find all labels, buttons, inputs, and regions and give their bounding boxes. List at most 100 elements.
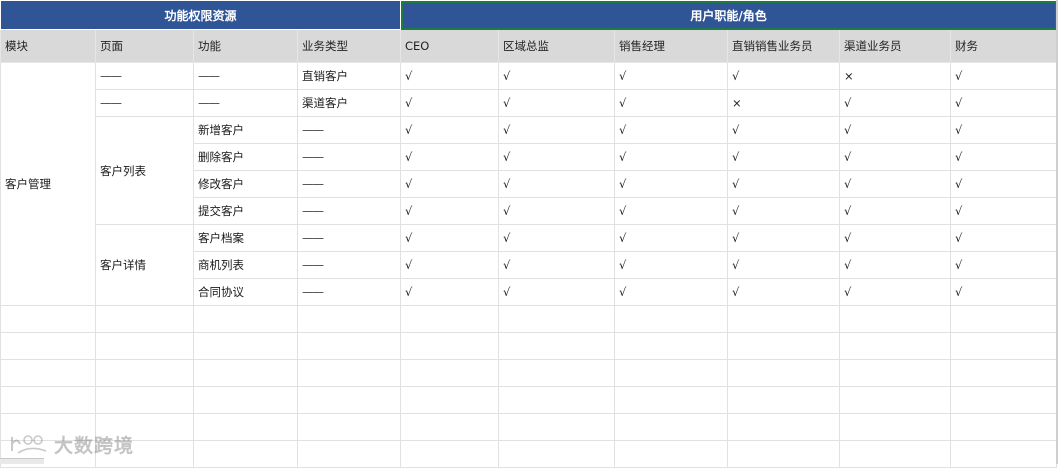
empty-cell[interactable] bbox=[95, 359, 194, 387]
perm-direct-sales-rep-cell[interactable]: √ bbox=[727, 251, 841, 279]
perm-direct-sales-rep-cell[interactable]: √ bbox=[727, 197, 841, 225]
empty-cell[interactable] bbox=[400, 386, 500, 414]
perm-regional-director-cell[interactable]: √ bbox=[498, 278, 616, 306]
perm-sales-manager-cell[interactable]: √ bbox=[614, 170, 729, 198]
empty-cell[interactable] bbox=[727, 359, 841, 387]
perm-regional-director-cell[interactable]: √ bbox=[498, 224, 616, 252]
perm-ceo-cell[interactable]: √ bbox=[400, 224, 500, 252]
empty-cell[interactable] bbox=[0, 305, 96, 333]
business-type-cell[interactable]: —— bbox=[296, 170, 402, 198]
empty-cell[interactable] bbox=[296, 359, 402, 387]
perm-channel-rep-cell[interactable]: √ bbox=[839, 278, 952, 306]
empty-cell[interactable] bbox=[614, 413, 729, 441]
empty-cell[interactable] bbox=[296, 440, 402, 468]
empty-cell[interactable] bbox=[498, 413, 616, 441]
business-type-cell[interactable]: 渠道客户 bbox=[296, 89, 402, 117]
empty-cell[interactable] bbox=[839, 386, 952, 414]
function-cell[interactable]: 新增客户 bbox=[193, 116, 298, 144]
empty-cell[interactable] bbox=[95, 386, 194, 414]
empty-cell[interactable] bbox=[400, 440, 500, 468]
perm-ceo-cell[interactable]: √ bbox=[400, 197, 500, 225]
perm-direct-sales-rep-cell[interactable]: √ bbox=[727, 116, 841, 144]
empty-cell[interactable] bbox=[193, 440, 298, 468]
empty-cell[interactable] bbox=[727, 413, 841, 441]
empty-cell[interactable] bbox=[193, 332, 298, 360]
empty-cell[interactable] bbox=[614, 305, 729, 333]
empty-cell[interactable] bbox=[498, 359, 616, 387]
empty-cell[interactable] bbox=[727, 305, 841, 333]
perm-ceo-cell[interactable]: √ bbox=[400, 170, 500, 198]
empty-cell[interactable] bbox=[95, 305, 194, 333]
empty-cell[interactable] bbox=[296, 332, 402, 360]
group-header-user-roles[interactable]: 用户职能/角色 bbox=[400, 0, 1058, 30]
empty-cell[interactable] bbox=[614, 440, 729, 468]
empty-cell[interactable] bbox=[498, 386, 616, 414]
empty-cell[interactable] bbox=[727, 440, 841, 468]
perm-regional-director-cell[interactable]: √ bbox=[498, 62, 616, 90]
function-cell[interactable]: 商机列表 bbox=[193, 251, 298, 279]
perm-sales-manager-cell[interactable]: √ bbox=[614, 89, 729, 117]
perm-finance-cell[interactable]: √ bbox=[950, 197, 1058, 225]
empty-cell[interactable] bbox=[193, 305, 298, 333]
function-cell[interactable]: 删除客户 bbox=[193, 143, 298, 171]
empty-cell[interactable] bbox=[614, 359, 729, 387]
perm-channel-rep-cell[interactable]: √ bbox=[839, 170, 952, 198]
empty-cell[interactable] bbox=[839, 332, 952, 360]
perm-channel-rep-cell[interactable]: √ bbox=[839, 116, 952, 144]
perm-sales-manager-cell[interactable]: √ bbox=[614, 62, 729, 90]
empty-cell[interactable] bbox=[193, 386, 298, 414]
col-header-finance[interactable]: 财务 bbox=[950, 29, 1058, 63]
col-header-module[interactable]: 模块 bbox=[0, 29, 96, 63]
empty-cell[interactable] bbox=[839, 305, 952, 333]
empty-cell[interactable] bbox=[400, 332, 500, 360]
empty-cell[interactable] bbox=[0, 332, 96, 360]
empty-cell[interactable] bbox=[0, 386, 96, 414]
function-cell[interactable]: 提交客户 bbox=[193, 197, 298, 225]
perm-channel-rep-cell[interactable]: √ bbox=[839, 251, 952, 279]
business-type-cell[interactable]: —— bbox=[296, 224, 402, 252]
perm-ceo-cell[interactable]: √ bbox=[400, 251, 500, 279]
empty-cell[interactable] bbox=[614, 386, 729, 414]
empty-cell[interactable] bbox=[839, 413, 952, 441]
empty-cell[interactable] bbox=[950, 305, 1058, 333]
perm-direct-sales-rep-cell[interactable]: √ bbox=[727, 278, 841, 306]
col-header-direct-sales-rep[interactable]: 直销销售业务员 bbox=[727, 29, 841, 63]
col-header-business-type[interactable]: 业务类型 bbox=[296, 29, 402, 63]
empty-cell[interactable] bbox=[614, 332, 729, 360]
perm-regional-director-cell[interactable]: √ bbox=[498, 116, 616, 144]
empty-cell[interactable] bbox=[950, 440, 1058, 468]
business-type-cell[interactable]: —— bbox=[296, 197, 402, 225]
perm-sales-manager-cell[interactable]: √ bbox=[614, 251, 729, 279]
col-header-ceo[interactable]: CEO bbox=[400, 29, 500, 63]
function-cell[interactable]: —— bbox=[193, 89, 298, 117]
perm-ceo-cell[interactable]: √ bbox=[400, 278, 500, 306]
function-cell[interactable]: —— bbox=[193, 62, 298, 90]
empty-cell[interactable] bbox=[95, 332, 194, 360]
perm-ceo-cell[interactable]: √ bbox=[400, 89, 500, 117]
perm-direct-sales-rep-cell[interactable]: √ bbox=[727, 143, 841, 171]
empty-cell[interactable] bbox=[296, 413, 402, 441]
perm-finance-cell[interactable]: √ bbox=[950, 116, 1058, 144]
empty-cell[interactable] bbox=[950, 359, 1058, 387]
perm-channel-rep-cell[interactable]: √ bbox=[839, 197, 952, 225]
perm-regional-director-cell[interactable]: √ bbox=[498, 143, 616, 171]
perm-direct-sales-rep-cell[interactable]: √ bbox=[727, 224, 841, 252]
perm-channel-rep-cell[interactable]: √ bbox=[839, 224, 952, 252]
empty-cell[interactable] bbox=[498, 332, 616, 360]
perm-finance-cell[interactable]: √ bbox=[950, 224, 1058, 252]
perm-finance-cell[interactable]: √ bbox=[950, 278, 1058, 306]
business-type-cell[interactable]: —— bbox=[296, 278, 402, 306]
perm-regional-director-cell[interactable]: √ bbox=[498, 251, 616, 279]
perm-direct-sales-rep-cell[interactable]: √ bbox=[727, 170, 841, 198]
perm-ceo-cell[interactable]: √ bbox=[400, 143, 500, 171]
empty-cell[interactable] bbox=[498, 440, 616, 468]
empty-cell[interactable] bbox=[950, 332, 1058, 360]
perm-ceo-cell[interactable]: √ bbox=[400, 116, 500, 144]
business-type-cell[interactable]: —— bbox=[296, 116, 402, 144]
perm-ceo-cell[interactable]: √ bbox=[400, 62, 500, 90]
function-cell[interactable]: 合同协议 bbox=[193, 278, 298, 306]
perm-finance-cell[interactable]: √ bbox=[950, 89, 1058, 117]
business-type-cell[interactable]: 直销客户 bbox=[296, 62, 402, 90]
business-type-cell[interactable]: —— bbox=[296, 251, 402, 279]
page-cell[interactable]: —— bbox=[95, 62, 194, 90]
